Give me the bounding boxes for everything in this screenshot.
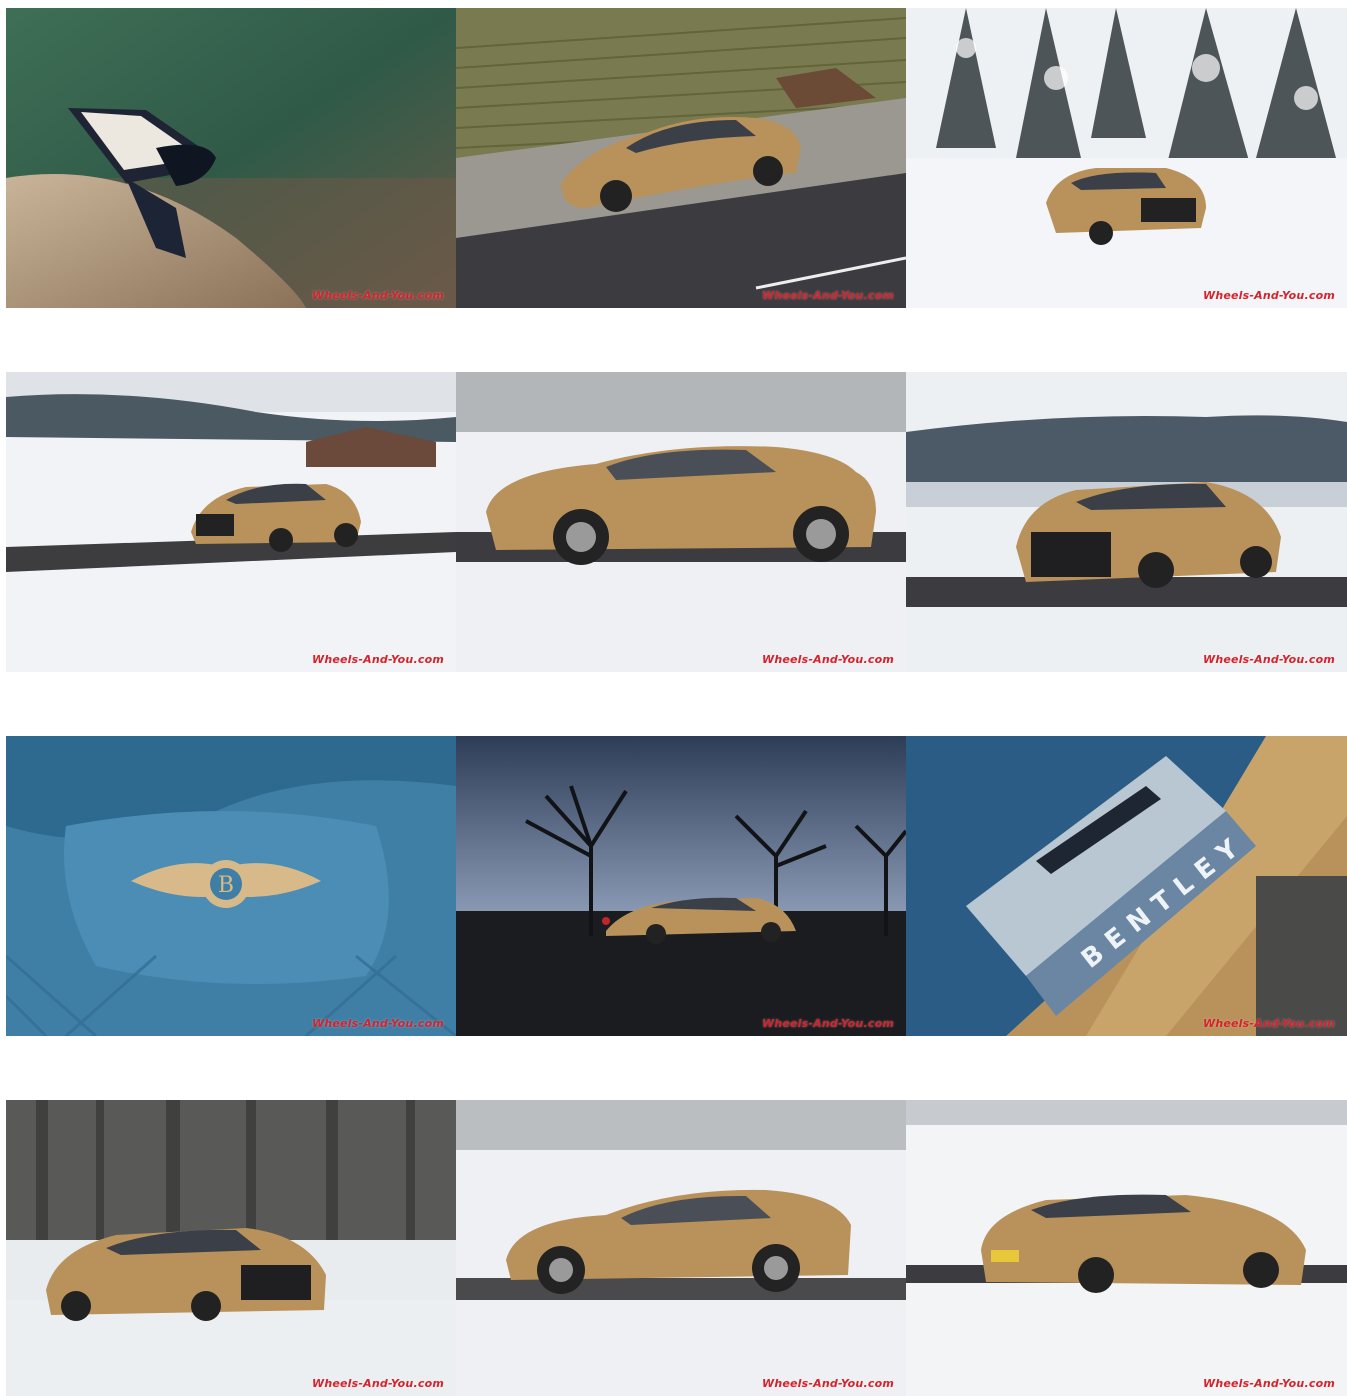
gallery-thumbnail-panning-forest[interactable]: Wheels-And-You.com xyxy=(6,1100,456,1396)
svg-text:B: B xyxy=(218,873,234,898)
watermark: Wheels-And-You.com xyxy=(762,653,894,666)
watermark: Wheels-And-You.com xyxy=(1203,1017,1335,1030)
watermark: Wheels-And-You.com xyxy=(762,1377,894,1390)
watermark: Wheels-And-You.com xyxy=(312,1017,444,1030)
seat-logo-photo: B xyxy=(6,736,456,1036)
snow-forest-photo xyxy=(906,8,1347,308)
gallery-thumbnail-side-snow[interactable]: Wheels-And-You.com xyxy=(456,1100,906,1396)
sill-plate-photo xyxy=(906,736,1347,1036)
watermark: Wheels-And-You.com xyxy=(312,289,444,302)
gallery-row: Wheels-And-You.com Wheels-And-You.com Wh… xyxy=(6,372,1347,672)
gallery-thumbnail-lakeside[interactable]: Wheels-And-You.com xyxy=(456,736,906,1036)
front-three-quarter-photo xyxy=(906,372,1347,672)
rear-three-quarter-photo xyxy=(906,1100,1347,1396)
gallery-thumbnail-front-three-quarter[interactable]: Wheels-And-You.com xyxy=(906,372,1347,672)
photo-gallery: Wheels-And-You.com Wheels-And-You.com Wh… xyxy=(6,8,1347,1396)
gallery-thumbnail-seat-logo[interactable]: B Wheels-And-You.com xyxy=(6,736,456,1036)
watermark: Wheels-And-You.com xyxy=(762,1017,894,1030)
watermark: Wheels-And-You.com xyxy=(312,1377,444,1390)
watermark: Wheels-And-You.com xyxy=(1203,1377,1335,1390)
gallery-row: B Wheels-And-You.com Wheels-And-You.com … xyxy=(6,736,1347,1036)
lakeside-photo xyxy=(456,736,906,1036)
gallery-thumbnail-mascot[interactable]: Wheels-And-You.com xyxy=(6,8,456,308)
watermark: Wheels-And-You.com xyxy=(1203,289,1335,302)
gallery-thumbnail-snow-field[interactable]: Wheels-And-You.com xyxy=(6,372,456,672)
gallery-thumbnail-rear-three-quarter[interactable]: Wheels-And-You.com xyxy=(906,1100,1347,1396)
watermark: Wheels-And-You.com xyxy=(1203,653,1335,666)
panning-forest-photo xyxy=(6,1100,456,1396)
gallery-thumbnail-vineyard[interactable]: Wheels-And-You.com xyxy=(456,8,906,308)
vineyard-photo xyxy=(456,8,906,308)
snow-field-photo xyxy=(6,372,456,672)
gallery-thumbnail-side-panning[interactable]: Wheels-And-You.com xyxy=(456,372,906,672)
gallery-thumbnail-sill-plate[interactable]: BENTLEY Wheels-And-You.com xyxy=(906,736,1347,1036)
gallery-row: Wheels-And-You.com Wheels-And-You.com Wh… xyxy=(6,8,1347,308)
side-snow-photo xyxy=(456,1100,906,1396)
gallery-row: Wheels-And-You.com Wheels-And-You.com Wh… xyxy=(6,1100,1347,1396)
watermark: Wheels-And-You.com xyxy=(762,289,894,302)
gallery-thumbnail-snow-forest[interactable]: Wheels-And-You.com xyxy=(906,8,1347,308)
watermark: Wheels-And-You.com xyxy=(312,653,444,666)
side-panning-photo xyxy=(456,372,906,672)
mascot-photo xyxy=(6,8,456,308)
